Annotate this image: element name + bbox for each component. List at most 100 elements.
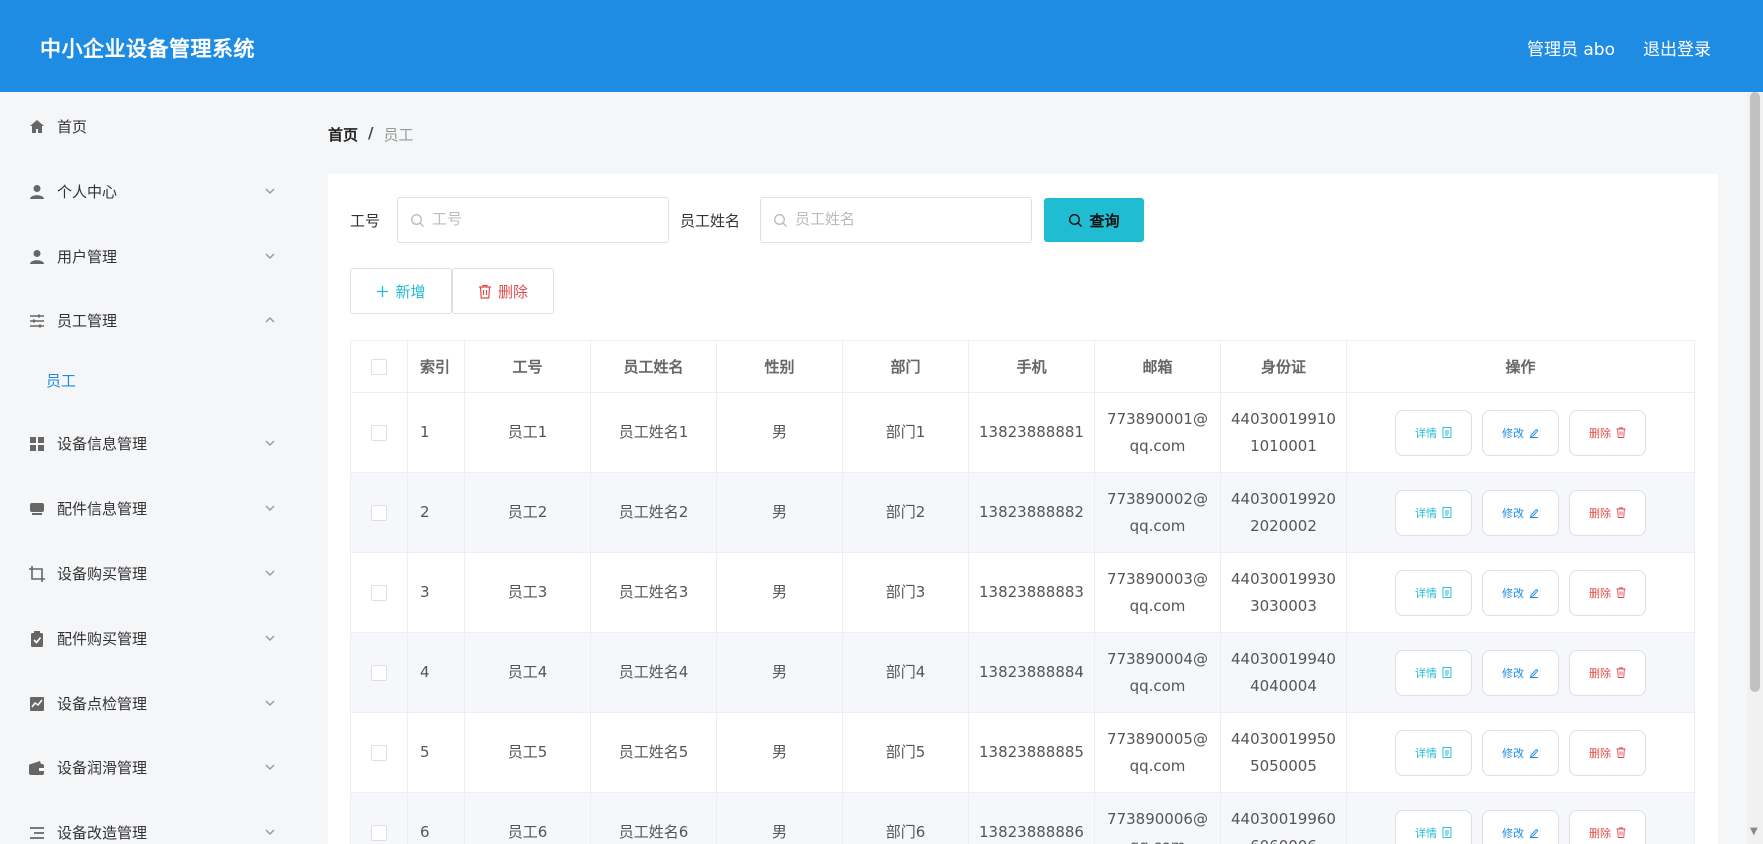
add-button-label: 新增 [395,282,426,301]
edit-button[interactable]: 修改 [1482,489,1559,536]
document-icon [1442,427,1452,438]
idcard-line-1: 44030019960 [1231,809,1336,828]
email-line-1: 773890005@ [1107,729,1208,748]
cell-employee-name: 员工姓名3 [590,552,717,633]
edit-button[interactable]: 修改 [1482,649,1559,696]
page-scrollbar[interactable]: ▼ [1747,92,1763,844]
edit-button-label: 修改 [1502,586,1524,600]
sidebar-item-equipment-inspection[interactable]: 设备点检管理 [0,683,300,723]
sidebar-item-home[interactable]: 首页 [0,106,300,146]
user-icon [30,250,44,264]
delete-button[interactable]: 删除 [1569,569,1646,616]
delete-button[interactable]: 删除 [1569,489,1646,536]
detail-button[interactable]: 详情 [1395,649,1472,696]
cell-employee-name: 员工姓名4 [590,632,717,713]
document-icon [1442,667,1452,678]
cell-department: 部门5 [842,712,969,793]
row-checkbox[interactable] [371,424,387,441]
batch-delete-button[interactable]: 删除 [452,268,554,314]
cell-employee-id: 员工6 [464,792,591,844]
row-select-cell [350,472,408,553]
admin-user-label[interactable]: 管理员 abo [1527,35,1615,60]
add-button[interactable]: 新增 [350,268,452,314]
edit-button[interactable]: 修改 [1482,569,1559,616]
sidebar-item-label: 用户管理 [57,248,118,266]
idcard-line-2: 2020002 [1250,516,1317,535]
cell-employee-name: 员工姓名2 [590,472,717,553]
sidebar-item-personal-center[interactable]: 个人中心 [0,171,300,211]
sidebar-item-user-management[interactable]: 用户管理 [0,236,300,276]
cell-actions: 详情 修改 删除 [1346,392,1695,473]
sidebar-item-equipment-modification[interactable]: 设备改造管理 [0,812,300,844]
email-line-1: 773890006@ [1107,809,1208,828]
sidebar-item-equipment-purchase[interactable]: 设备购买管理 [0,553,300,593]
header-actions: 管理员 abo 退出登录 [1527,35,1711,60]
cell-employee-id: 员工1 [464,392,591,473]
trash-icon [478,284,491,299]
trash-icon [1616,587,1626,598]
delete-button[interactable]: 删除 [1569,649,1646,696]
logout-button[interactable]: 退出登录 [1643,35,1711,60]
cell-employee-name: 员工姓名5 [590,712,717,793]
idcard-line-2: 5050005 [1250,756,1317,775]
trash-icon [1616,827,1626,838]
top-header: 中小企业设备管理系统 管理员 abo 退出登录 [0,0,1763,92]
grid-icon [30,437,44,451]
detail-button[interactable]: 详情 [1395,729,1472,776]
sidebar-item-label: 配件信息管理 [57,500,148,518]
detail-button[interactable]: 详情 [1395,569,1472,616]
employee-id-input[interactable] [432,210,652,228]
scroll-down-arrow-icon[interactable]: ▼ [1750,826,1758,837]
edit-button[interactable]: 修改 [1482,409,1559,456]
row-checkbox[interactable] [371,824,387,841]
sidebar-item-parts-info[interactable]: 配件信息管理 [0,488,300,528]
delete-button[interactable]: 删除 [1569,729,1646,776]
sidebar-item-equipment-info[interactable]: 设备信息管理 [0,423,300,463]
delete-button-label: 删除 [1589,426,1611,440]
sidebar: 首页 个人中心 用户管理 员工管理 员工 设备信息管理 配件信息管理 设备购买管… [0,92,300,844]
row-checkbox[interactable] [371,744,387,761]
detail-button[interactable]: 详情 [1395,489,1472,536]
document-icon [1442,827,1452,838]
cell-id-card: 44030019930 3030003 [1220,552,1347,633]
delete-button-label: 删除 [1589,506,1611,520]
employee-id-search-field[interactable] [397,197,669,243]
table-row: 4 员工4 员工姓名4 男部门4 13823888884 773890004@ qq.com… [350,632,1695,713]
cell-email: 773890005@ qq.com [1094,712,1221,793]
delete-button-label: 删除 [1589,826,1611,840]
delete-button[interactable]: 删除 [1569,409,1646,456]
cell-email: 773890003@ qq.com [1094,552,1221,633]
cell-department: 部门6 [842,792,969,844]
sidebar-item-parts-purchase[interactable]: 配件购买管理 [0,618,300,658]
cell-actions: 详情 修改 删除 [1346,472,1695,553]
breadcrumb-home[interactable]: 首页 [328,124,358,145]
edit-button[interactable]: 修改 [1482,809,1559,844]
edit-button[interactable]: 修改 [1482,729,1559,776]
employee-name-search-field[interactable] [760,197,1032,243]
table-row: 5 员工5 员工姓名5 男部门5 13823888885 773890005@ qq.com… [350,712,1695,793]
sidebar-subitem-employee[interactable]: 员工 [46,370,76,391]
edit-icon [1530,428,1539,438]
query-button-label: 查询 [1089,211,1120,230]
document-icon [1442,747,1452,758]
detail-button[interactable]: 详情 [1395,409,1472,456]
email-line-1: 773890002@ [1107,489,1208,508]
row-checkbox[interactable] [371,664,387,681]
detail-button[interactable]: 详情 [1395,809,1472,844]
scrollbar-thumb[interactable] [1750,92,1760,692]
row-checkbox[interactable] [371,584,387,601]
email-line-2: qq.com [1129,676,1186,695]
select-all-checkbox[interactable] [371,359,387,375]
sidebar-item-label: 设备润滑管理 [57,759,148,777]
app-title: 中小企业设备管理系统 [40,37,255,61]
chevron-down-icon [265,700,275,706]
query-button[interactable]: 查询 [1044,198,1144,242]
sidebar-item-equipment-lubrication[interactable]: 设备润滑管理 [0,747,300,787]
row-checkbox[interactable] [371,504,387,521]
employee-id-label: 工号 [350,212,381,230]
detail-button-label: 详情 [1415,426,1437,440]
delete-button[interactable]: 删除 [1569,809,1646,844]
sidebar-item-label: 员工管理 [57,312,118,330]
employee-name-input[interactable] [795,210,1015,228]
sidebar-item-employee-management[interactable]: 员工管理 [0,300,300,340]
